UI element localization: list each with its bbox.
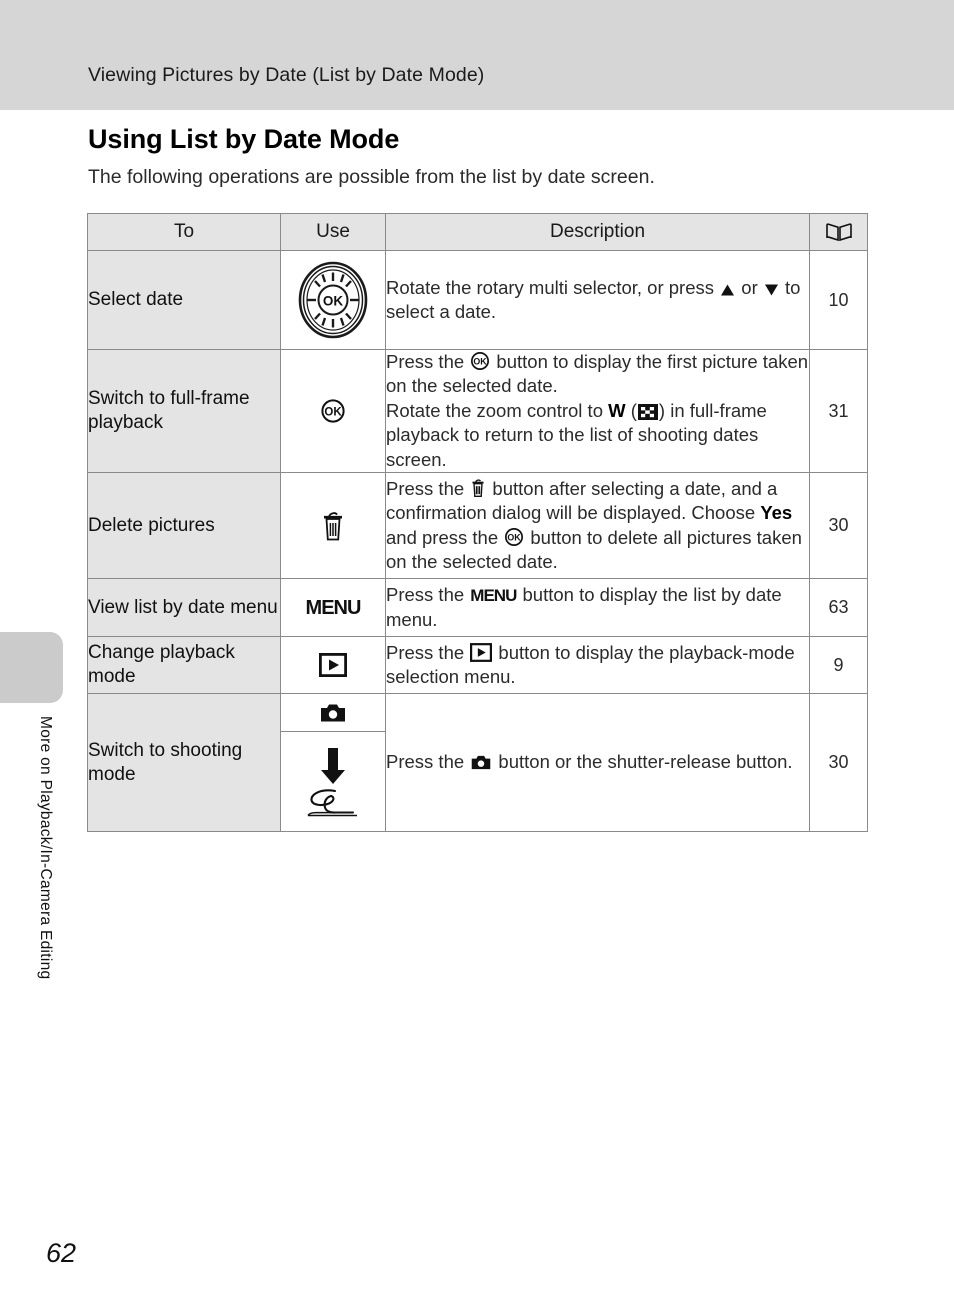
row-label-delete-pictures: Delete pictures	[87, 472, 281, 580]
description-segment: and press the	[386, 526, 504, 548]
svg-text:OK: OK	[508, 532, 522, 542]
down-arrow-icon	[318, 746, 348, 786]
row-reference-view-list-by-date-menu: 63	[809, 578, 868, 638]
row-use-change-playback-mode	[280, 636, 386, 695]
playback-button-icon	[318, 653, 348, 678]
down-triangle-icon	[764, 283, 779, 297]
table-header-row: To Use Description	[87, 213, 868, 251]
row-reference-switch-to-shooting-mode: 30	[809, 693, 868, 833]
camera-button-icon	[470, 754, 492, 771]
column-header-to: To	[87, 213, 281, 251]
up-triangle-icon	[720, 283, 735, 297]
row-use-delete-pictures	[280, 472, 386, 580]
table-row: Switch to shooting mode Press the button…	[87, 693, 868, 833]
column-header-description: Description	[385, 213, 810, 251]
trash-can-icon	[320, 510, 346, 542]
table-row: Delete pictures Press the button after s…	[87, 472, 868, 580]
row-reference-full-frame-playback: 31	[809, 348, 868, 474]
menu-button-icon: MENU	[470, 586, 517, 606]
chapter-side-tab	[0, 632, 63, 703]
description-segment: button or the shutter-release button.	[493, 751, 793, 773]
use-subcell-camera	[281, 694, 385, 733]
page-number: 62	[46, 1238, 77, 1268]
row-label-view-list-by-date-menu: View list by date menu	[87, 578, 281, 638]
page-title: Using List by Date Mode	[88, 124, 400, 154]
row-description-delete-pictures: Press the button after selecting a date,…	[385, 472, 810, 580]
rotary-multi-selector-icon: OK	[296, 260, 370, 340]
row-description-switch-to-shooting-mode: Press the button or the shutter-release …	[385, 693, 810, 833]
row-use-full-frame-playback: OK	[280, 348, 386, 474]
camera-button-icon	[319, 702, 347, 724]
trash-can-icon	[470, 478, 486, 498]
thumbnail-grid-icon	[637, 403, 658, 420]
use-subcell-shutter	[281, 732, 385, 831]
description-segment: (	[625, 399, 637, 421]
row-reference-delete-pictures: 30	[809, 472, 868, 580]
description-text-part: Rotate the rotary multi selector, or pre…	[386, 276, 720, 298]
table-row: View list by date menu MENU Press the ME…	[87, 578, 868, 638]
row-label-full-frame-playback: Switch to full-frame playback	[87, 348, 281, 474]
row-description-view-list-by-date-menu: Press the MENU button to display the lis…	[385, 578, 810, 638]
running-header-band: Viewing Pictures by Date (List by Date M…	[0, 0, 954, 110]
operations-table: To Use Description Select date OK Rotate…	[87, 213, 868, 833]
ok-button-icon: OK	[470, 351, 490, 371]
svg-text:OK: OK	[324, 407, 342, 419]
row-reference-change-playback-mode: 9	[809, 636, 868, 695]
page-intro-text: The following operations are possible fr…	[88, 166, 655, 188]
row-label-select-date: Select date	[87, 250, 281, 350]
table-row: Switch to full-frame playback OK Press t…	[87, 348, 868, 474]
description-segment: Press the	[386, 641, 470, 663]
column-header-reference	[809, 213, 868, 251]
description-segment: Press the	[386, 751, 470, 773]
description-segment: Press the	[386, 584, 470, 606]
open-book-icon	[825, 222, 853, 242]
menu-button-icon: MENU	[305, 596, 362, 619]
row-label-change-playback-mode: Change playback mode	[87, 636, 281, 695]
running-header-text: Viewing Pictures by Date (List by Date M…	[88, 64, 485, 86]
description-text-part: or	[736, 276, 763, 298]
menu-option-yes: Yes	[760, 502, 793, 524]
row-description-change-playback-mode: Press the button to display the playback…	[385, 636, 810, 695]
ok-button-icon: OK	[504, 527, 524, 547]
description-segment: Press the	[386, 351, 470, 372]
row-use-switch-to-shooting-mode	[280, 693, 386, 833]
row-use-view-list-by-date-menu: MENU	[280, 578, 386, 638]
ok-button-icon: OK	[320, 398, 346, 424]
row-description-full-frame-playback: Press the OK button to display the first…	[385, 348, 810, 474]
shutter-release-press-icon	[305, 788, 361, 818]
row-reference-select-date: 10	[809, 250, 868, 350]
description-segment: Press the	[386, 477, 470, 499]
column-header-use: Use	[280, 213, 386, 251]
table-row: Change playback mode Press the button to…	[87, 636, 868, 695]
table-row: Select date OK Rotate the rotary multi s…	[87, 250, 868, 350]
row-label-switch-to-shooting-mode: Switch to shooting mode	[87, 693, 281, 833]
zoom-wide-label: W	[608, 399, 626, 421]
chapter-vertical-title: More on Playback/In-Camera Editing	[37, 716, 54, 980]
row-description-select-date: Rotate the rotary multi selector, or pre…	[385, 250, 810, 350]
row-use-select-date: OK	[280, 250, 386, 350]
playback-button-icon	[470, 642, 493, 662]
svg-text:OK: OK	[474, 357, 488, 367]
svg-text:OK: OK	[323, 294, 344, 309]
